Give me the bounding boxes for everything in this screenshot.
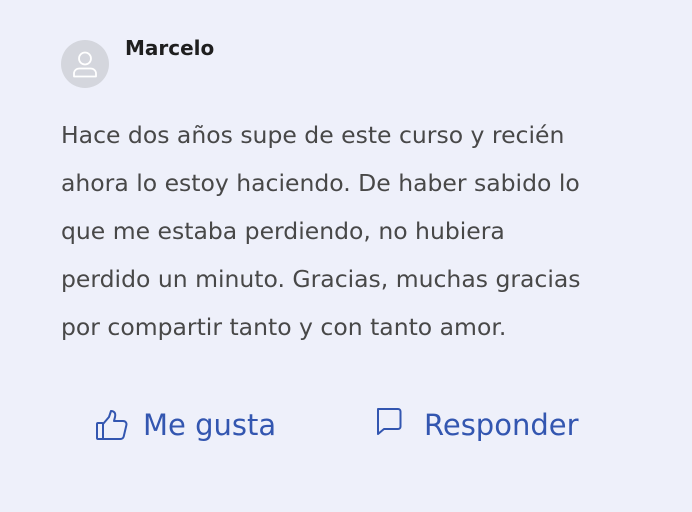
reply-label: Responder	[424, 408, 579, 442]
comment-text-line: ahora lo estoy haciendo. De haber sabido…	[61, 169, 580, 197]
like-button[interactable]: Me gusta	[95, 402, 276, 448]
comment-text-line: perdido un minuto. Gracias, muchas graci…	[61, 265, 581, 293]
comment-text-line: que me estaba perdiendo, no hubiera	[61, 217, 505, 245]
speech-bubble-icon	[374, 406, 404, 436]
comment-text-line: Hace dos años supe de este curso y recié…	[61, 121, 565, 149]
comment-body: Hace dos años supe de este curso y recié…	[61, 111, 631, 351]
thumbs-up-icon	[95, 408, 129, 442]
comment-card: Marcelo Hace dos años supe de este curso…	[0, 0, 692, 512]
avatar[interactable]	[61, 40, 109, 88]
reply-button[interactable]: Responder	[374, 402, 579, 448]
like-label: Me gusta	[143, 408, 277, 442]
author-name: Marcelo	[125, 36, 215, 60]
comment-text-line: por compartir tanto y con tanto amor.	[61, 313, 507, 341]
user-icon	[72, 50, 98, 78]
